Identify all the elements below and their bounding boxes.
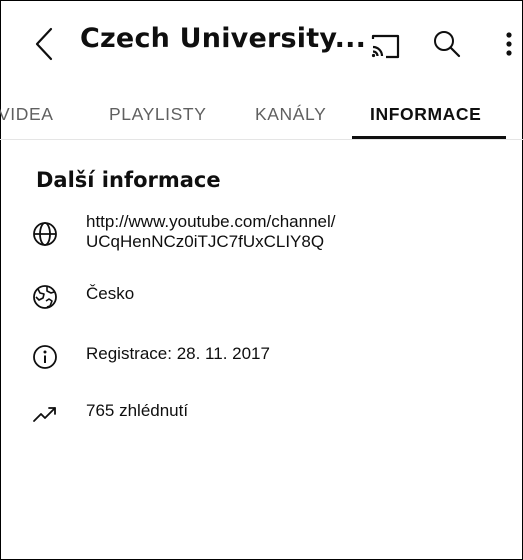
country-row: Česko [32, 284, 134, 310]
cast-button[interactable] [365, 26, 405, 66]
country-value: Česko [86, 284, 135, 303]
back-button[interactable] [26, 24, 62, 64]
views-row: 765 zhlédnutí [32, 401, 188, 427]
search-button[interactable] [427, 24, 467, 64]
info-icon [32, 344, 58, 370]
tab-playlisty[interactable]: PLAYLISTY [109, 94, 206, 134]
trending-up-icon [32, 401, 58, 427]
search-icon [434, 31, 461, 58]
tab-videa[interactable]: VIDEA [0, 94, 54, 134]
channel-link-line-1[interactable]: http://www.youtube.com/channel/ [86, 212, 335, 232]
channel-tabs: VIDEA PLAYLISTY KANÁLY INFORMACE [0, 88, 523, 140]
views-count: 765 zhlédnutí [86, 401, 189, 420]
channel-link-row[interactable]: http://www.youtube.com/channel/ UCqHenNC… [32, 212, 335, 252]
tab-kanaly[interactable]: KANÁLY [255, 94, 326, 134]
more-options-button[interactable] [495, 24, 523, 64]
chevron-left-icon [35, 27, 53, 61]
tab-divider [0, 139, 523, 140]
earth-icon [32, 284, 58, 310]
channel-link-line-2[interactable]: UCqHenNCz0iTJC7fUxCLIY8Q [86, 232, 335, 252]
tab-informace[interactable]: INFORMACE [370, 94, 481, 134]
cast-icon [371, 34, 400, 59]
registration-date: Registrace: 28. 11. 2017 [86, 344, 270, 363]
more-vertical-icon [506, 32, 512, 56]
section-title: Další informace [36, 168, 221, 192]
globe-icon [32, 221, 58, 247]
registration-row: Registrace: 28. 11. 2017 [32, 344, 270, 370]
app-header: Czech University... [0, 0, 523, 88]
channel-link[interactable]: http://www.youtube.com/channel/ UCqHenNC… [86, 212, 335, 252]
channel-title: Czech University... [80, 23, 367, 54]
